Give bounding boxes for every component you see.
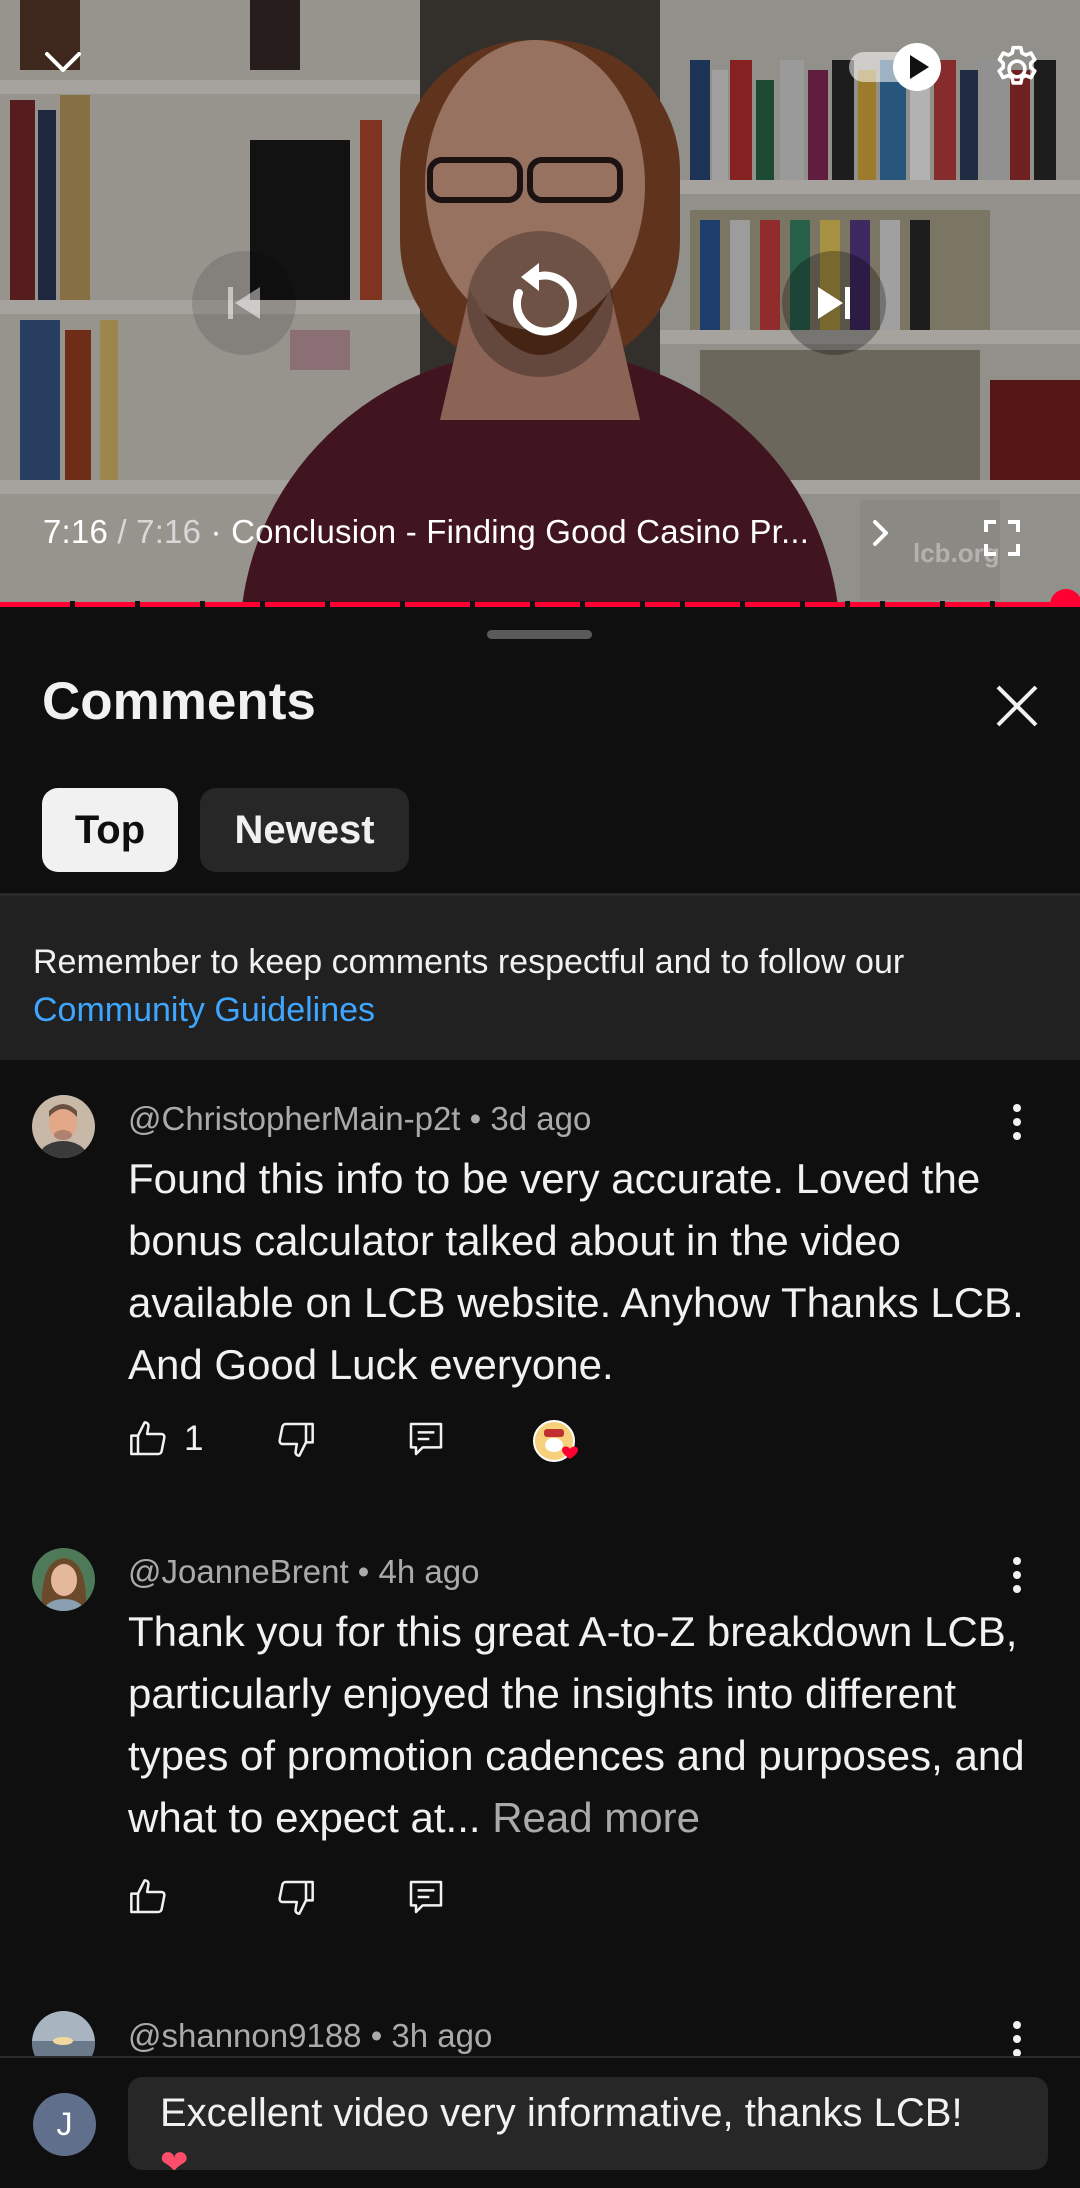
thumbs-down-icon xyxy=(278,1880,314,1915)
comment-author[interactable]: @shannon9188 xyxy=(128,2017,362,2054)
more-options-icon[interactable] xyxy=(1000,1100,1034,1144)
sort-tab-top[interactable]: Top xyxy=(42,788,178,872)
thumbs-up-icon xyxy=(130,1421,166,1456)
notice-text-block: Remember to keep comments respectful and… xyxy=(33,938,1033,1034)
comment-meta: @JoanneBrent • 4h ago xyxy=(128,1553,479,1591)
comment-text: Found this info to be very accurate. Lov… xyxy=(128,1155,1024,1388)
avatar[interactable] xyxy=(32,2011,95,2057)
like-button[interactable]: 1 xyxy=(128,1419,203,1459)
comment-input[interactable]: Excellent video very informative, thanks… xyxy=(128,2077,1048,2170)
comment-item: @ChristopherMain-p2t • 3d ago Found this… xyxy=(0,1060,1080,1510)
user-avatar[interactable]: J xyxy=(33,2093,96,2156)
replay-button[interactable] xyxy=(467,231,613,377)
dislike-button[interactable] xyxy=(276,1419,316,1459)
heart-emoji: ❤ xyxy=(160,2144,189,2170)
chapter-title: · Conclusion - Finding Good Casino Pr... xyxy=(201,513,810,550)
minimize-chevron-icon[interactable] xyxy=(38,42,88,82)
sort-tab-newest[interactable]: Newest xyxy=(200,788,409,872)
notice-text: Remember to keep comments respectful and… xyxy=(33,943,905,981)
chapter-chevron-right-icon[interactable] xyxy=(868,518,894,548)
more-options-icon[interactable] xyxy=(1000,2017,1034,2057)
close-icon[interactable] xyxy=(988,677,1046,735)
creator-heart-icon xyxy=(532,1419,588,1469)
like-button[interactable] xyxy=(128,1877,168,1917)
fullscreen-icon[interactable] xyxy=(982,518,1022,558)
previous-video-button[interactable] xyxy=(192,251,296,355)
comment-time: • 3h ago xyxy=(361,2017,493,2054)
avatar[interactable] xyxy=(32,1095,95,1158)
community-guidelines-link[interactable]: Community Guidelines xyxy=(33,991,375,1029)
comment-meta: @ChristopherMain-p2t • 3d ago xyxy=(128,1100,591,1138)
video-player[interactable]: 7:16 / 7:16 · Conclusion - Finding Good … xyxy=(0,0,1080,605)
comments-title: Comments xyxy=(42,672,316,731)
reply-button[interactable] xyxy=(406,1419,446,1459)
comment-meta: @shannon9188 • 3h ago xyxy=(128,2017,492,2055)
next-video-button[interactable] xyxy=(782,251,886,355)
like-count: 1 xyxy=(184,1419,204,1458)
settings-gear-icon[interactable] xyxy=(988,40,1046,98)
time-separator: / xyxy=(108,513,137,550)
comment-text-block: Thank you for this great A-to-Z breakdow… xyxy=(128,1601,1028,1849)
comment-time: • 3d ago xyxy=(460,1100,592,1137)
avatar[interactable] xyxy=(32,1548,95,1611)
video-duration: 7:16 xyxy=(136,513,202,550)
reply-comment-icon xyxy=(409,1880,443,1914)
comment-composer: J Excellent video very informative, than… xyxy=(0,2056,1080,2188)
comment-input-text: Excellent video very informative, thanks… xyxy=(160,2091,963,2135)
more-options-icon[interactable] xyxy=(1000,1553,1034,1597)
read-more-link[interactable]: Read more xyxy=(481,1794,700,1841)
reply-comment-icon xyxy=(409,1422,443,1456)
autoplay-toggle[interactable] xyxy=(845,43,945,92)
dislike-button[interactable] xyxy=(276,1877,316,1917)
comment-item: @shannon9188 • 3h ago xyxy=(0,1977,1080,2057)
comment-author[interactable]: @JoanneBrent xyxy=(128,1553,349,1590)
comment-item: @JoanneBrent • 4h ago Thank you for this… xyxy=(0,1513,1080,1953)
community-notice: Remember to keep comments respectful and… xyxy=(0,896,1080,1060)
thumbs-down-icon xyxy=(278,1422,314,1457)
comment-author[interactable]: @ChristopherMain-p2t xyxy=(128,1100,460,1137)
sheet-drag-handle[interactable] xyxy=(487,630,592,639)
time-chapter-readout[interactable]: 7:16 / 7:16 · Conclusion - Finding Good … xyxy=(43,513,809,551)
thumbs-up-icon xyxy=(130,1879,166,1914)
comment-time: • 4h ago xyxy=(348,1553,480,1590)
current-time: 7:16 xyxy=(43,513,109,550)
comments-sheet: Comments Top Newest Remember to keep com… xyxy=(0,607,1080,2186)
reply-button[interactable] xyxy=(406,1877,446,1917)
